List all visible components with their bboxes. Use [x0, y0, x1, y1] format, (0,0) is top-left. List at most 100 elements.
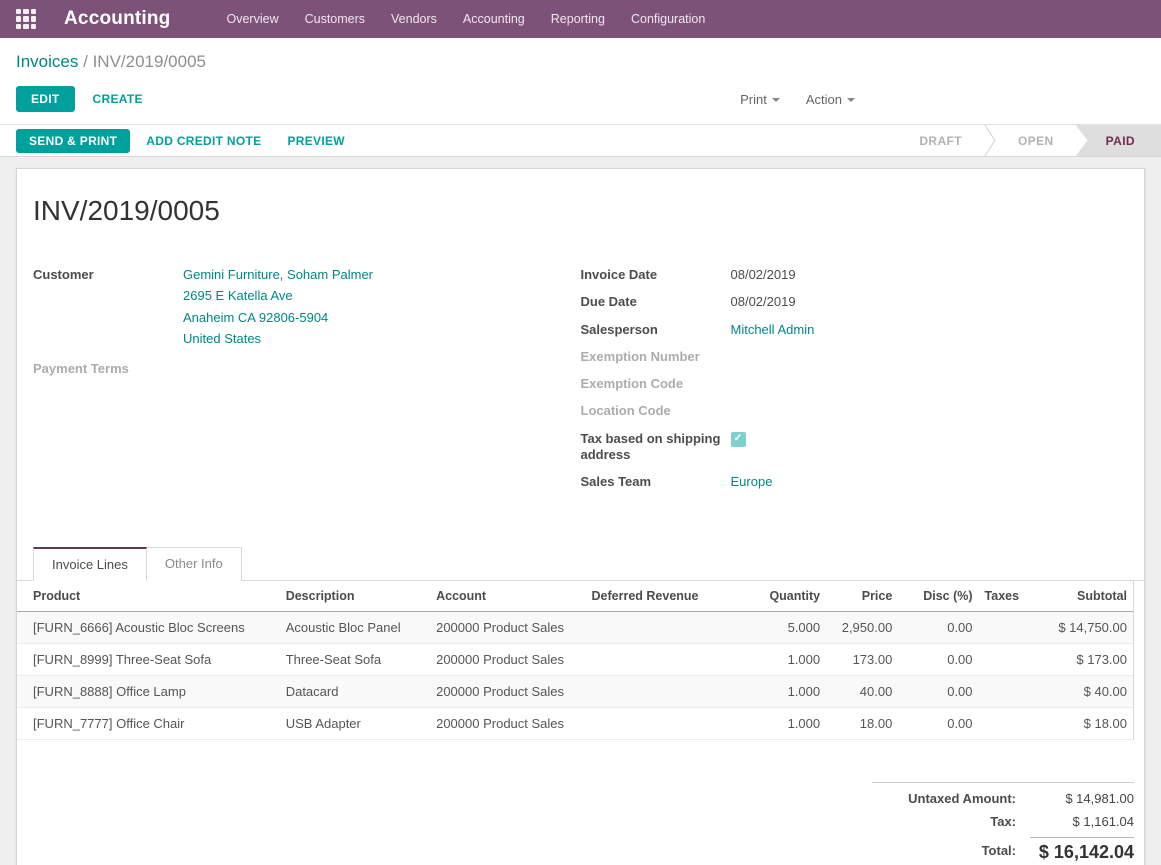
print-dropdown[interactable]: Print — [740, 92, 780, 107]
edit-button[interactable]: EDIT — [16, 86, 75, 112]
exemption-number-label: Exemption Number — [581, 349, 731, 365]
cell-account[interactable]: 200000 Product Sales — [430, 612, 585, 644]
cell-product[interactable]: [FURN_7777] Office Chair — [17, 708, 280, 740]
print-label: Print — [740, 92, 767, 107]
cell-quantity[interactable]: 1.000 — [738, 708, 826, 740]
tab-other-info[interactable]: Other Info — [147, 547, 242, 581]
customer-value: Gemini Furniture, Soham Palmer 2695 E Ka… — [183, 267, 373, 352]
status-step-draft[interactable]: DRAFT — [897, 125, 984, 156]
cell-description[interactable]: Three-Seat Sofa — [280, 644, 430, 676]
cell-disc[interactable]: 0.00 — [898, 612, 978, 644]
send-print-button[interactable]: SEND & PRINT — [16, 129, 130, 153]
cell-subtotal[interactable]: $ 173.00 — [1037, 644, 1133, 676]
salesperson-link[interactable]: Mitchell Admin — [731, 322, 815, 338]
cell-product[interactable]: [FURN_6666] Acoustic Bloc Screens — [17, 612, 280, 644]
cell-product[interactable]: [FURN_8999] Three-Seat Sofa — [17, 644, 280, 676]
create-button[interactable]: CREATE — [81, 87, 155, 111]
cell-subtotal[interactable]: $ 14,750.00 — [1037, 612, 1133, 644]
cell-taxes[interactable] — [979, 708, 1037, 740]
menu-reporting[interactable]: Reporting — [551, 12, 605, 26]
menu-overview[interactable]: Overview — [227, 12, 279, 26]
col-subtotal[interactable]: Subtotal — [1037, 581, 1133, 612]
customer-street-link[interactable]: 2695 E Katella Ave — [183, 288, 373, 304]
action-dropdown[interactable]: Action — [806, 92, 855, 107]
status-step-open[interactable]: OPEN — [996, 125, 1076, 156]
cell-disc[interactable]: 0.00 — [898, 676, 978, 708]
exemption-code-label: Exemption Code — [581, 376, 731, 392]
col-description[interactable]: Description — [280, 581, 430, 612]
preview-button[interactable]: PREVIEW — [277, 130, 354, 152]
add-credit-note-button[interactable]: ADD CREDIT NOTE — [136, 130, 271, 152]
cell-quantity[interactable]: 5.000 — [738, 612, 826, 644]
cell-deferred[interactable] — [586, 644, 738, 676]
customer-country-link[interactable]: United States — [183, 331, 373, 347]
cell-deferred[interactable] — [586, 708, 738, 740]
menu-configuration[interactable]: Configuration — [631, 12, 705, 26]
menu-accounting[interactable]: Accounting — [463, 12, 525, 26]
customer-city-link[interactable]: Anaheim CA 92806-5904 — [183, 310, 373, 326]
cell-description[interactable]: USB Adapter — [280, 708, 430, 740]
cell-subtotal[interactable]: $ 40.00 — [1037, 676, 1133, 708]
cell-account[interactable]: 200000 Product Sales — [430, 676, 585, 708]
tab-invoice-lines[interactable]: Invoice Lines — [33, 547, 147, 581]
cell-price[interactable]: 173.00 — [826, 644, 898, 676]
cell-taxes[interactable] — [979, 612, 1037, 644]
cell-description[interactable]: Acoustic Bloc Panel — [280, 612, 430, 644]
cell-deferred[interactable] — [586, 612, 738, 644]
cell-price[interactable]: 2,950.00 — [826, 612, 898, 644]
menu-customers[interactable]: Customers — [305, 12, 365, 26]
cell-quantity[interactable]: 1.000 — [738, 676, 826, 708]
col-account[interactable]: Account — [430, 581, 585, 612]
salesperson-label: Salesperson — [581, 322, 731, 338]
chevron-right-icon — [984, 125, 996, 156]
status-step-paid[interactable]: PAID — [1076, 125, 1161, 156]
invoice-date-label: Invoice Date — [581, 267, 731, 283]
cell-taxes[interactable] — [979, 644, 1037, 676]
col-deferred-revenue[interactable]: Deferred Revenue — [586, 581, 738, 612]
col-disc[interactable]: Disc (%) — [898, 581, 978, 612]
untaxed-amount-value: $ 14,981.00 — [1030, 791, 1134, 806]
payment-terms-label: Payment Terms — [33, 361, 183, 377]
col-quantity[interactable]: Quantity — [738, 581, 826, 612]
cell-account[interactable]: 200000 Product Sales — [430, 708, 585, 740]
table-row[interactable]: [FURN_7777] Office Chair USB Adapter 200… — [17, 708, 1133, 740]
breadcrumb-separator: / — [83, 52, 88, 71]
table-header-row: Product Description Account Deferred Rev… — [17, 581, 1133, 612]
totals-panel: Untaxed Amount: $ 14,981.00 Tax: $ 1,161… — [872, 782, 1134, 865]
cell-price[interactable]: 18.00 — [826, 708, 898, 740]
cell-account[interactable]: 200000 Product Sales — [430, 644, 585, 676]
cell-quantity[interactable]: 1.000 — [738, 644, 826, 676]
cell-deferred[interactable] — [586, 676, 738, 708]
invoice-sheet: INV/2019/0005 Customer Gemini Furniture,… — [16, 168, 1145, 865]
apps-grid-icon[interactable] — [16, 9, 36, 29]
table-row[interactable]: [FURN_8999] Three-Seat Sofa Three-Seat S… — [17, 644, 1133, 676]
notebook-tabs: Invoice Lines Other Info — [17, 547, 1144, 581]
col-product[interactable]: Product — [17, 581, 280, 612]
statusbar: SEND & PRINT ADD CREDIT NOTE PREVIEW DRA… — [0, 124, 1161, 157]
status-pipeline: DRAFT OPEN PAID — [897, 125, 1161, 156]
cell-taxes[interactable] — [979, 676, 1037, 708]
col-price[interactable]: Price — [826, 581, 898, 612]
breadcrumb-current: INV/2019/0005 — [93, 52, 206, 71]
total-value: $ 16,142.04 — [1030, 837, 1134, 863]
untaxed-amount-label: Untaxed Amount: — [872, 791, 1030, 806]
customer-name-link[interactable]: Gemini Furniture, Soham Palmer — [183, 267, 373, 283]
cell-product[interactable]: [FURN_8888] Office Lamp — [17, 676, 280, 708]
cell-price[interactable]: 40.00 — [826, 676, 898, 708]
menu-vendors[interactable]: Vendors — [391, 12, 437, 26]
sales-team-label: Sales Team — [581, 474, 731, 490]
cell-description[interactable]: Datacard — [280, 676, 430, 708]
col-taxes[interactable]: Taxes — [979, 581, 1037, 612]
cell-subtotal[interactable]: $ 18.00 — [1037, 708, 1133, 740]
tax-shipping-checkbox[interactable]: ✓ — [731, 432, 746, 447]
chevron-down-icon — [847, 98, 855, 102]
app-title[interactable]: Accounting — [64, 8, 171, 30]
cell-disc[interactable]: 0.00 — [898, 708, 978, 740]
cell-disc[interactable]: 0.00 — [898, 644, 978, 676]
top-navbar: Accounting Overview Customers Vendors Ac… — [0, 0, 1161, 38]
breadcrumb-invoices-link[interactable]: Invoices — [16, 52, 78, 71]
breadcrumb: Invoices / INV/2019/0005 — [16, 52, 1145, 72]
table-row[interactable]: [FURN_8888] Office Lamp Datacard 200000 … — [17, 676, 1133, 708]
table-row[interactable]: [FURN_6666] Acoustic Bloc Screens Acoust… — [17, 612, 1133, 644]
sales-team-link[interactable]: Europe — [731, 474, 773, 490]
